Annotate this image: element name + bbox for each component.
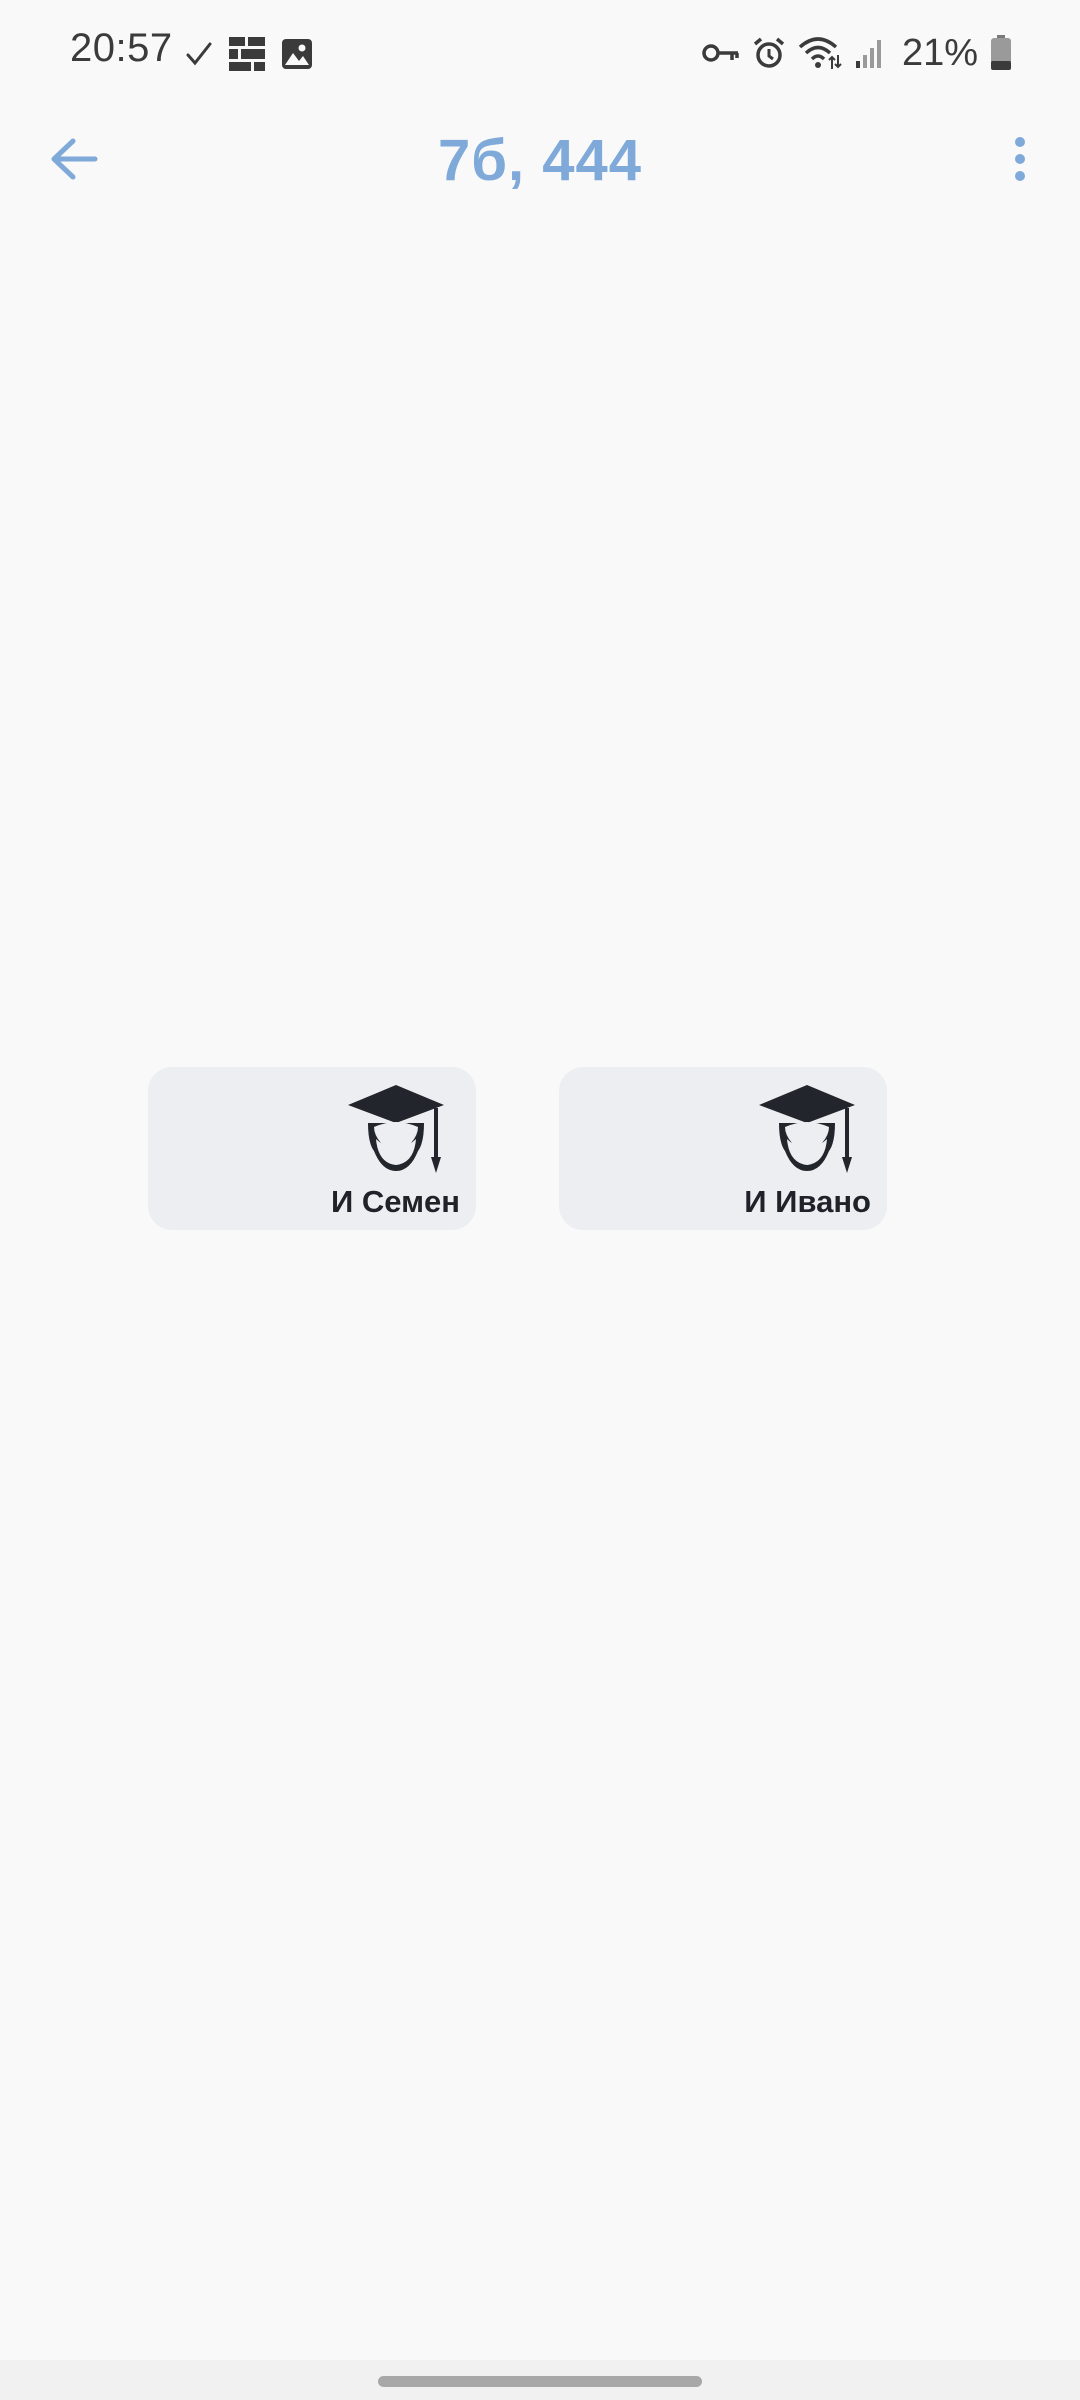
more-vert-icon [1013, 136, 1027, 182]
status-time: 20:57 [70, 26, 173, 70]
image-icon [280, 37, 314, 71]
app-bar: 7б, 444 [0, 105, 1080, 225]
student-graduation-cap-icon [755, 1083, 859, 1177]
student-card[interactable]: И Ивано [559, 1067, 887, 1230]
student-graduation-cap-icon [344, 1083, 448, 1177]
alarm-icon [752, 36, 786, 70]
student-name: И Семен [330, 1184, 460, 1219]
check-icon [184, 39, 214, 69]
signal-icon [854, 37, 886, 69]
status-left-icons [184, 32, 314, 76]
page-title: 7б, 444 [437, 128, 643, 193]
home-indicator[interactable] [378, 2376, 702, 2387]
wifi-icon [798, 35, 842, 71]
vpn-key-icon [702, 41, 740, 65]
battery-percent: 21% [901, 31, 978, 74]
status-bar: 20:57 21% [0, 0, 1080, 105]
grid-app-icon [228, 36, 266, 72]
student-name: И Ивано [744, 1184, 871, 1219]
battery-icon [990, 35, 1012, 71]
student-card[interactable]: И Семен [148, 1067, 476, 1230]
gesture-nav-bar [0, 2360, 1080, 2400]
status-right-icons: 21% [702, 28, 1012, 78]
more-options-button[interactable] [990, 129, 1050, 189]
